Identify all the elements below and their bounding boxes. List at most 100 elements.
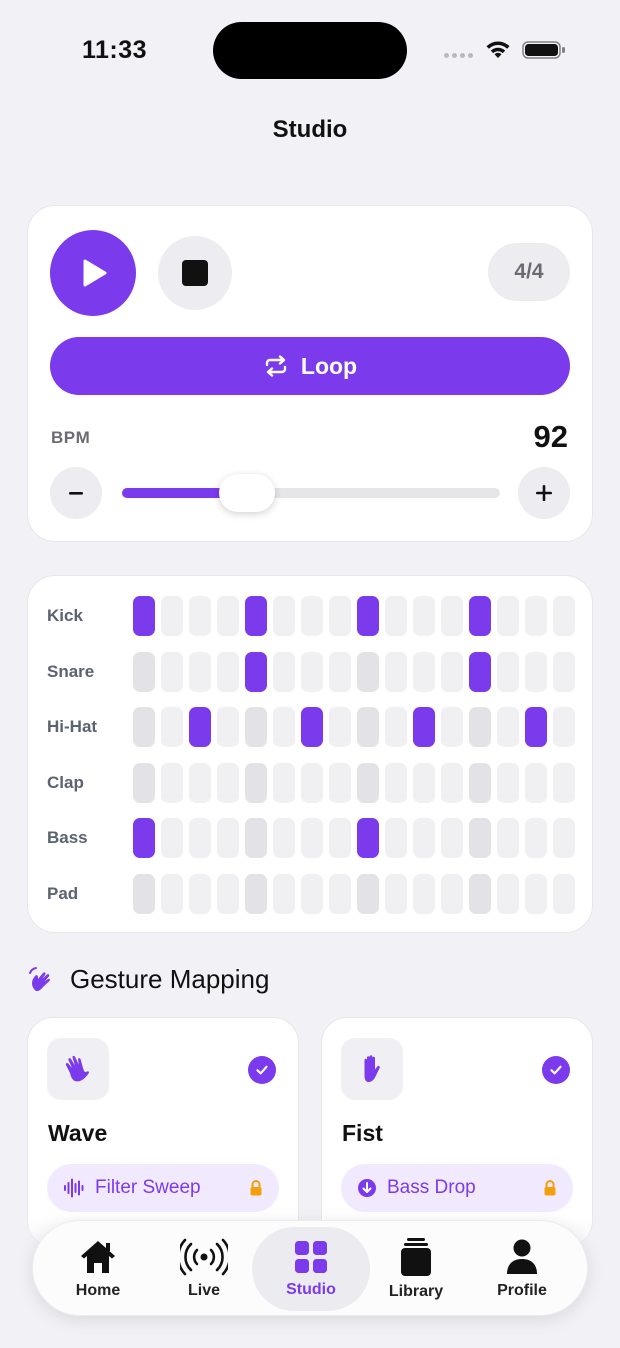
step-button[interactable] xyxy=(469,707,491,748)
step-button[interactable] xyxy=(413,707,435,748)
step-button[interactable] xyxy=(161,874,183,914)
step-button[interactable] xyxy=(385,874,407,914)
step-button[interactable] xyxy=(273,596,295,636)
step-button[interactable] xyxy=(189,651,211,692)
step-button[interactable] xyxy=(357,707,379,748)
step-button[interactable] xyxy=(217,707,239,748)
step-button[interactable] xyxy=(469,762,491,803)
step-button[interactable] xyxy=(161,596,183,636)
step-button[interactable] xyxy=(301,874,323,914)
step-button[interactable] xyxy=(245,818,267,859)
step-button[interactable] xyxy=(413,651,435,692)
step-button[interactable] xyxy=(385,762,407,803)
step-button[interactable] xyxy=(217,651,239,692)
step-button[interactable] xyxy=(553,818,575,859)
step-button[interactable] xyxy=(553,707,575,748)
step-button[interactable] xyxy=(469,818,491,859)
step-button[interactable] xyxy=(301,707,323,748)
step-button[interactable] xyxy=(189,762,211,803)
step-button[interactable] xyxy=(161,818,183,859)
step-button[interactable] xyxy=(357,651,379,692)
bpm-increase-button[interactable] xyxy=(518,467,570,519)
step-button[interactable] xyxy=(525,818,547,859)
step-button[interactable] xyxy=(133,651,155,692)
step-button[interactable] xyxy=(273,651,295,692)
step-button[interactable] xyxy=(217,596,239,636)
step-button[interactable] xyxy=(189,596,211,636)
step-button[interactable] xyxy=(553,762,575,803)
step-button[interactable] xyxy=(217,762,239,803)
step-button[interactable] xyxy=(469,596,491,636)
step-button[interactable] xyxy=(189,818,211,859)
step-button[interactable] xyxy=(441,874,463,914)
gesture-action-pill[interactable]: Bass Drop xyxy=(341,1164,573,1212)
bpm-slider[interactable] xyxy=(122,474,500,512)
step-button[interactable] xyxy=(245,874,267,914)
step-button[interactable] xyxy=(385,596,407,636)
step-button[interactable] xyxy=(245,707,267,748)
step-button[interactable] xyxy=(497,707,519,748)
step-button[interactable] xyxy=(133,707,155,748)
tab-live[interactable]: Live xyxy=(145,1227,263,1311)
tab-library[interactable]: Library xyxy=(357,1227,475,1311)
step-button[interactable] xyxy=(329,596,351,636)
step-button[interactable] xyxy=(273,762,295,803)
step-button[interactable] xyxy=(189,874,211,914)
step-button[interactable] xyxy=(441,818,463,859)
step-button[interactable] xyxy=(217,874,239,914)
step-button[interactable] xyxy=(497,596,519,636)
step-button[interactable] xyxy=(161,651,183,692)
step-button[interactable] xyxy=(553,874,575,914)
step-button[interactable] xyxy=(245,651,267,692)
step-button[interactable] xyxy=(329,874,351,914)
step-button[interactable] xyxy=(525,762,547,803)
gesture-action-pill[interactable]: Filter Sweep xyxy=(47,1164,279,1212)
step-button[interactable] xyxy=(301,762,323,803)
gesture-card-wave[interactable]: Wave Filter Sweep xyxy=(27,1017,299,1247)
step-button[interactable] xyxy=(497,651,519,692)
step-button[interactable] xyxy=(329,651,351,692)
step-button[interactable] xyxy=(357,762,379,803)
step-button[interactable] xyxy=(553,651,575,692)
step-button[interactable] xyxy=(553,596,575,636)
step-button[interactable] xyxy=(245,762,267,803)
step-button[interactable] xyxy=(161,762,183,803)
step-button[interactable] xyxy=(413,818,435,859)
step-button[interactable] xyxy=(525,874,547,914)
step-button[interactable] xyxy=(441,762,463,803)
step-button[interactable] xyxy=(273,874,295,914)
step-button[interactable] xyxy=(413,762,435,803)
step-button[interactable] xyxy=(133,762,155,803)
step-button[interactable] xyxy=(329,762,351,803)
step-button[interactable] xyxy=(301,651,323,692)
step-button[interactable] xyxy=(329,818,351,859)
step-button[interactable] xyxy=(273,818,295,859)
step-button[interactable] xyxy=(357,818,379,859)
tab-profile[interactable]: Profile xyxy=(463,1227,581,1311)
step-button[interactable] xyxy=(441,596,463,636)
step-button[interactable] xyxy=(385,651,407,692)
step-button[interactable] xyxy=(413,874,435,914)
step-button[interactable] xyxy=(497,874,519,914)
loop-button[interactable]: Loop xyxy=(50,337,570,395)
gesture-card-fist[interactable]: Fist Bass Drop xyxy=(321,1017,593,1247)
step-button[interactable] xyxy=(469,874,491,914)
step-button[interactable] xyxy=(385,818,407,859)
bpm-slider-thumb[interactable] xyxy=(218,474,275,512)
step-button[interactable] xyxy=(385,707,407,748)
step-button[interactable] xyxy=(357,596,379,636)
step-button[interactable] xyxy=(273,707,295,748)
step-button[interactable] xyxy=(301,596,323,636)
step-button[interactable] xyxy=(413,596,435,636)
step-button[interactable] xyxy=(217,818,239,859)
tab-studio[interactable]: Studio xyxy=(252,1227,370,1311)
bpm-decrease-button[interactable] xyxy=(50,467,102,519)
step-button[interactable] xyxy=(441,707,463,748)
step-button[interactable] xyxy=(245,596,267,636)
step-button[interactable] xyxy=(301,818,323,859)
step-button[interactable] xyxy=(133,874,155,914)
step-button[interactable] xyxy=(357,874,379,914)
step-button[interactable] xyxy=(525,707,547,748)
step-button[interactable] xyxy=(189,707,211,748)
step-button[interactable] xyxy=(469,651,491,692)
